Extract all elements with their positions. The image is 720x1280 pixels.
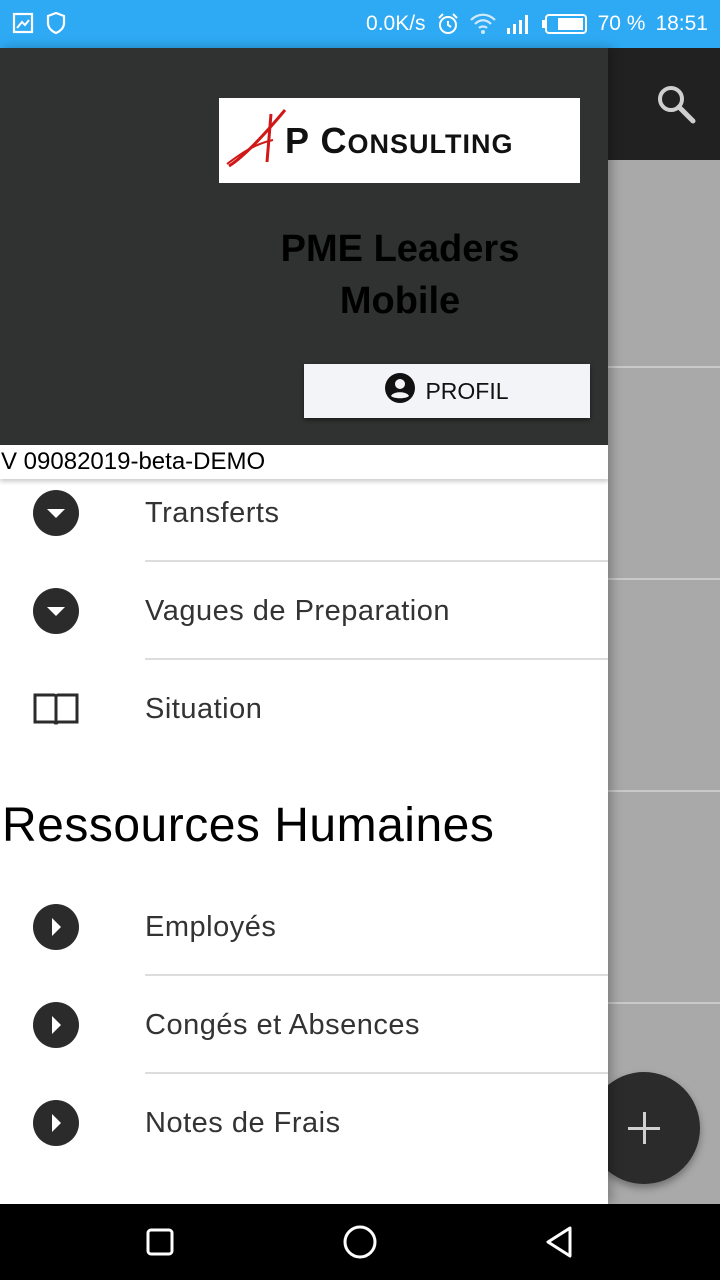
- gallery-icon: [12, 12, 34, 34]
- open-book-icon: [33, 686, 79, 732]
- signal-icon: [506, 13, 532, 35]
- navigation-drawer: P CONSULTING PME Leaders Mobile PROFIL V…: [0, 48, 608, 1204]
- menu-item-notes-de-frais[interactable]: Notes de Frais: [0, 1074, 608, 1172]
- menu-item-employes[interactable]: Employés: [0, 878, 608, 976]
- menu-item-situation[interactable]: Situation: [0, 660, 608, 758]
- shield-icon: [46, 12, 66, 34]
- wifi-icon: [469, 13, 496, 35]
- home-icon[interactable]: [340, 1222, 380, 1262]
- search-icon[interactable]: [654, 82, 698, 126]
- menu-item-label: Situation: [145, 693, 263, 725]
- network-speed: 0.0K/s: [366, 12, 426, 35]
- menu-item-label: Notes de Frais: [145, 1107, 341, 1139]
- app-name-line1: PME Leaders: [280, 228, 520, 270]
- status-bar: 0.0K/s 70 % 18:51: [0, 0, 720, 48]
- battery-level: 70 %: [597, 12, 646, 35]
- app-name-line2: Mobile: [339, 280, 461, 322]
- caret-down-circle-icon: [33, 588, 79, 634]
- menu-item-label: Transferts: [145, 497, 280, 529]
- section-title: Ressources Humaines: [2, 799, 495, 852]
- menu-item-label: Employés: [145, 911, 277, 943]
- play-circle-icon: [33, 1100, 79, 1146]
- drawer-header: P CONSULTING PME Leaders Mobile PROFIL: [0, 48, 608, 445]
- back-icon[interactable]: [540, 1222, 580, 1262]
- play-circle-icon: [33, 904, 79, 950]
- profile-button[interactable]: PROFIL: [304, 364, 590, 418]
- list-divider: [608, 366, 720, 368]
- clock: 18:51: [655, 12, 708, 35]
- menu-item-vagues[interactable]: Vagues de Preparation: [0, 562, 608, 660]
- logo-text: P CONSULTING: [285, 120, 514, 161]
- app-name: PME Leaders Mobile: [200, 223, 600, 327]
- battery-icon: [541, 13, 588, 35]
- menu-item-label: Congés et Absences: [145, 1009, 421, 1041]
- alarm-icon: [436, 12, 460, 36]
- menu-item-conges[interactable]: Congés et Absences: [0, 976, 608, 1074]
- recent-apps-icon[interactable]: [140, 1222, 180, 1262]
- menu-item-label: Vagues de Preparation: [145, 595, 451, 627]
- list-divider: [608, 1002, 720, 1004]
- system-nav-bar: [0, 1204, 720, 1280]
- company-logo: P CONSULTING: [219, 98, 580, 183]
- account-circle-icon: [385, 373, 416, 409]
- list-divider: [608, 790, 720, 792]
- list-divider: [608, 578, 720, 580]
- play-circle-icon: [33, 1002, 79, 1048]
- profile-button-label: PROFIL: [425, 377, 509, 404]
- menu-item-transferts[interactable]: Transferts: [0, 464, 608, 562]
- caret-down-circle-icon: [33, 490, 79, 536]
